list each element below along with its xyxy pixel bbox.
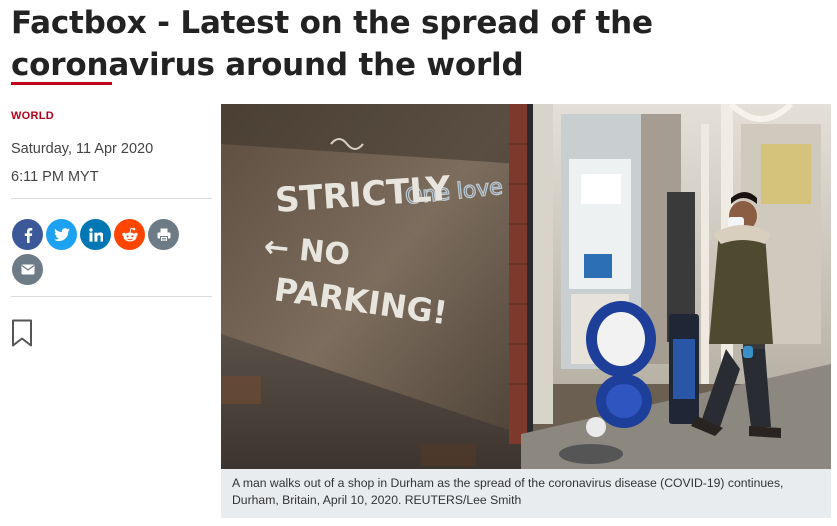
photo-illustration: One love STRICTLY ← NO PARKING! bbox=[221, 104, 831, 469]
twitter-icon bbox=[53, 227, 70, 241]
facebook-share-button[interactable] bbox=[12, 219, 43, 250]
linkedin-share-button[interactable] bbox=[80, 219, 111, 250]
category-link[interactable]: WORLD bbox=[11, 110, 54, 122]
photo-caption: A man walks out of a shop in Durham as t… bbox=[221, 469, 831, 518]
print-icon bbox=[157, 228, 170, 242]
publish-date: Saturday, 11 Apr 2020 bbox=[11, 141, 154, 157]
twitter-share-button[interactable] bbox=[46, 219, 77, 250]
divider bbox=[11, 198, 212, 199]
linkedin-icon bbox=[88, 227, 103, 242]
reddit-share-button[interactable] bbox=[114, 219, 145, 250]
publish-time: 6:11 PM MYT bbox=[11, 169, 99, 185]
divider bbox=[11, 296, 212, 297]
print-button[interactable] bbox=[148, 219, 179, 250]
article-photo: One love STRICTLY ← NO PARKING! bbox=[221, 104, 831, 469]
article-headline: Factbox - Latest on the spread of the co… bbox=[11, 5, 653, 83]
headline-accent-bar bbox=[11, 82, 112, 85]
facebook-icon bbox=[24, 227, 32, 243]
email-icon bbox=[21, 264, 34, 275]
email-share-button[interactable] bbox=[12, 254, 43, 285]
bookmark-icon[interactable] bbox=[11, 319, 33, 347]
reddit-icon bbox=[121, 227, 138, 241]
